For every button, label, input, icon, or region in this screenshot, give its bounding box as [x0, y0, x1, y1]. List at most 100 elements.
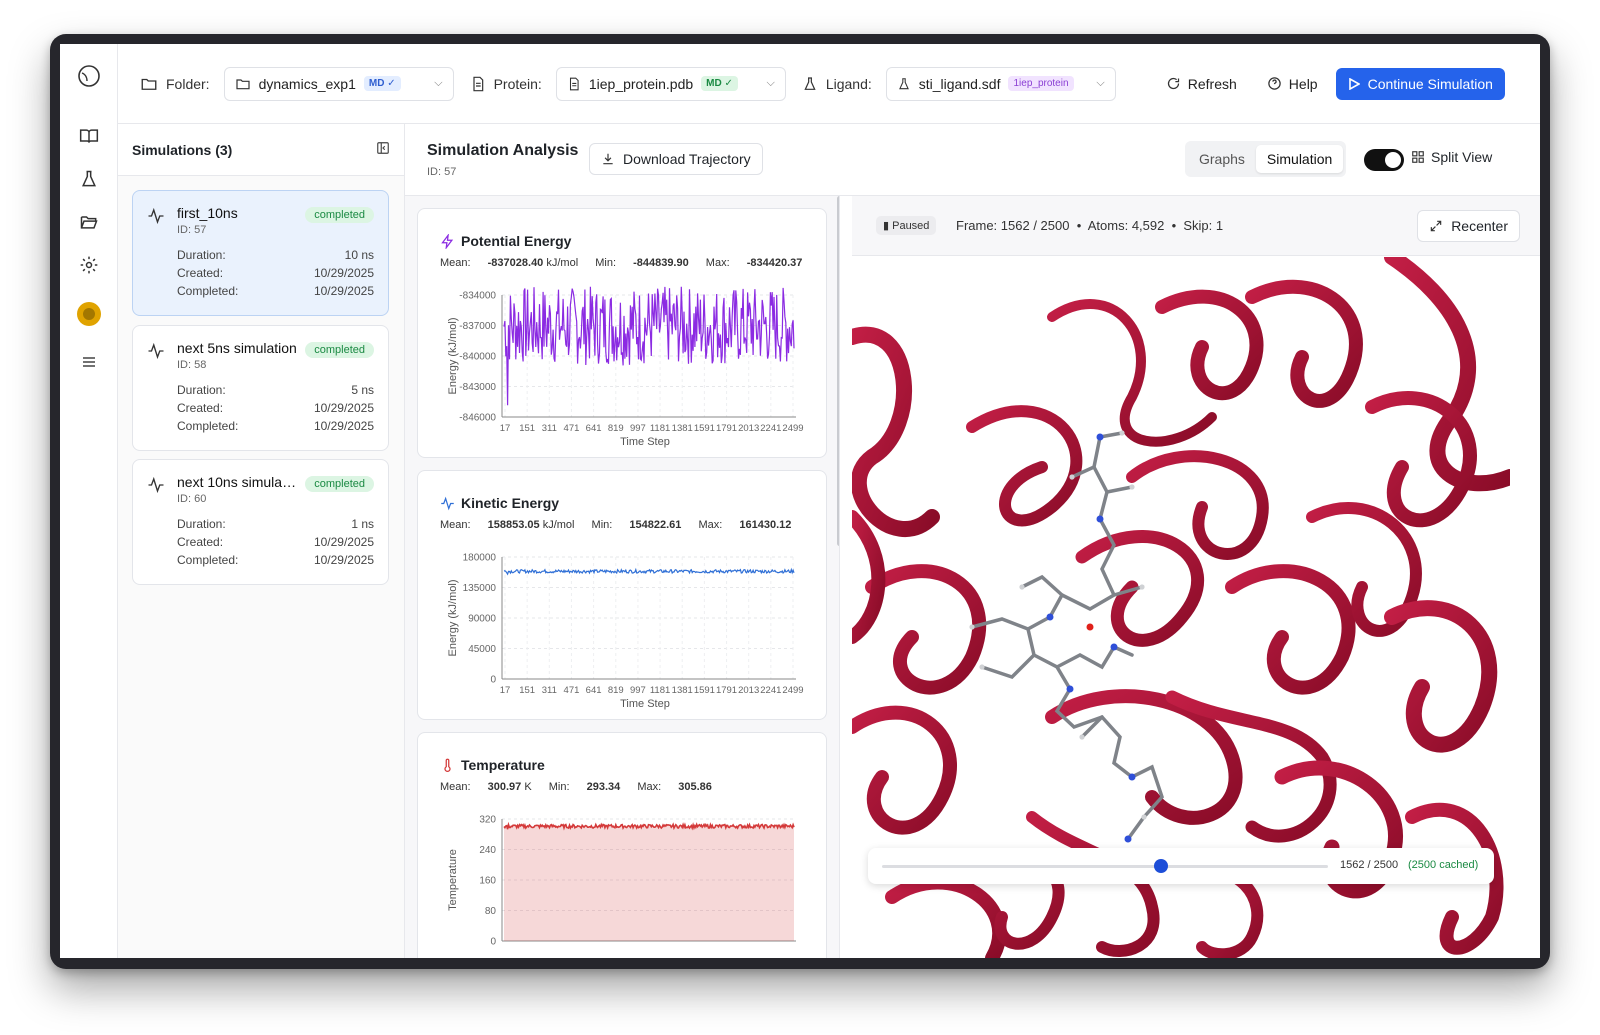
simulation-card[interactable]: first_10ns ID: 57 completed Duration: 10 … [132, 190, 389, 316]
refresh-button[interactable]: Refresh [1166, 76, 1237, 92]
split-view-label[interactable]: Split View [1411, 149, 1492, 165]
recenter-button[interactable]: Recenter [1417, 210, 1520, 242]
y-tick-label: 160 [479, 876, 496, 887]
simulation-name: next 5ns simulation [177, 340, 297, 356]
y-axis-label: Energy (kJ/mol) [447, 579, 459, 656]
x-tick-label: 1791 [716, 685, 737, 696]
x-tick-label: 311 [542, 423, 557, 434]
y-tick-label: -837000 [459, 321, 496, 332]
book-icon[interactable] [77, 124, 101, 148]
collapse-panel-icon[interactable] [376, 141, 390, 158]
x-tick-label: 471 [564, 685, 580, 696]
flask-icon[interactable] [77, 167, 101, 191]
app-logo-icon[interactable] [77, 64, 101, 88]
y-tick-label: 240 [479, 845, 496, 856]
tab-simulation[interactable]: Simulation [1255, 145, 1344, 173]
x-axis-label: Time Step [620, 436, 670, 448]
kinetic-energy-chart: 180000 135000 90000 45000 0 17 151 311 471 641 819… [447, 553, 804, 711]
chevron-down-icon: ⌵ [434, 77, 443, 89]
series-area [504, 824, 794, 941]
created-value: 10/29/2025 [313, 401, 374, 415]
status-badge: completed [305, 476, 374, 492]
continue-simulation-button[interactable]: Continue Simulation [1335, 67, 1505, 100]
x-axis-label: Time Step [620, 698, 670, 710]
y-tick-label: 80 [485, 906, 497, 917]
user-avatar[interactable] [77, 302, 101, 326]
y-tick-label: 180000 [463, 553, 497, 564]
simulations-panel: Simulations (3) first_10ns ID: 57 comple… [118, 124, 405, 958]
status-badge: completed [305, 342, 374, 358]
folder-select[interactable]: dynamics_exp1 MD ✓ ⌵ [223, 66, 454, 101]
thermometer-icon [444, 758, 451, 772]
simulation-id: ID: 60 [177, 493, 207, 505]
x-tick-label: 2499 [782, 423, 803, 434]
y-tick-label: -843000 [459, 382, 496, 393]
left-rail [60, 44, 118, 958]
play-icon [1348, 77, 1360, 90]
x-tick-label: 1791 [716, 423, 737, 434]
y-tick-label: 0 [490, 675, 496, 686]
activity-icon [441, 496, 454, 510]
x-tick-label: 2013 [738, 423, 759, 434]
chart-title: Potential Energy [461, 233, 572, 249]
x-tick-label: 151 [519, 423, 535, 434]
graphs-scrollbar[interactable] [837, 196, 839, 546]
activity-icon [147, 207, 165, 228]
x-tick-label: 641 [586, 423, 602, 434]
completed-label: Completed: [177, 284, 239, 298]
frame-slider-track[interactable] [882, 865, 1328, 868]
download-icon [603, 153, 613, 165]
protein-label: Protein: [470, 75, 542, 93]
created-value: 10/29/2025 [313, 266, 374, 280]
gear-icon[interactable] [77, 253, 101, 277]
y-tick-label: 135000 [463, 583, 497, 594]
duration-value: 10 ns [344, 248, 374, 262]
file-icon [472, 76, 483, 91]
y-axis-label: Energy (kJ/mol) [447, 317, 459, 394]
md-badge: MD ✓ [701, 76, 738, 91]
y-tick-label: -846000 [459, 413, 496, 424]
protein-badge: 1iep_protein [1008, 76, 1074, 91]
chart-stats: Mean: 300.97 K Min: 293.34 Max: 305.86 [440, 781, 712, 793]
created-label: Created: [177, 266, 224, 280]
chart-title: Kinetic Energy [461, 495, 560, 511]
refresh-icon [1167, 77, 1179, 90]
x-tick-label: 2499 [782, 685, 803, 696]
frame-slider-thumb[interactable] [1153, 859, 1168, 873]
simulation-id: ID: 57 [177, 224, 207, 236]
y-tick-label: 320 [479, 815, 496, 826]
ligand-select[interactable]: sti_ligand.sdf 1iep_protein ⌵ [885, 66, 1116, 101]
app-window: Folder: dynamics_exp1 MD ✓ ⌵ Protein: 1i… [60, 44, 1540, 958]
x-tick-label: 641 [586, 685, 602, 696]
split-view-toggle[interactable] [1364, 149, 1404, 171]
tab-graphs[interactable]: Graphs [1188, 145, 1256, 173]
frame-info: Frame: 1562 / 2500 • Atoms: 4,592 • Skip… [956, 218, 1224, 233]
series-line [503, 286, 795, 406]
protein-select[interactable]: 1iep_protein.pdb MD ✓ ⌵ [555, 66, 786, 101]
menu-icon[interactable] [77, 350, 101, 374]
frame-slider: 1562 / 2500 (2500 cached) [868, 848, 1494, 884]
y-tick-label: 90000 [468, 614, 496, 625]
series-line [503, 567, 795, 576]
y-tick-label: -834000 [459, 291, 496, 302]
activity-icon [147, 476, 165, 497]
duration-value: 5 ns [351, 383, 374, 397]
y-tick-label: 45000 [468, 644, 496, 655]
flask-icon [804, 76, 816, 90]
top-bar: Folder: dynamics_exp1 MD ✓ ⌵ Protein: 1i… [118, 44, 1540, 124]
analysis-id: ID: 57 [427, 166, 457, 178]
x-tick-label: 997 [630, 423, 646, 434]
x-tick-label: 311 [542, 685, 557, 696]
zap-icon [441, 233, 454, 249]
simulation-card[interactable]: next 5ns simulation ID: 58 completed Dur… [132, 325, 389, 451]
folder-open-icon[interactable] [77, 210, 101, 234]
activity-icon [147, 342, 165, 363]
y-axis-label: Temperature [447, 849, 459, 911]
status-badge: completed [305, 207, 374, 223]
potential-energy-card: Potential Energy Mean: -837028.40 kJ/mol… [417, 208, 827, 458]
x-tick-label: 819 [608, 685, 624, 696]
folder-icon [235, 78, 250, 89]
download-trajectory-button[interactable]: Download Trajectory [589, 143, 763, 175]
help-button[interactable]: Help [1267, 76, 1318, 92]
simulation-card[interactable]: next 10ns simulation ID: 60 completed Du… [132, 459, 389, 585]
